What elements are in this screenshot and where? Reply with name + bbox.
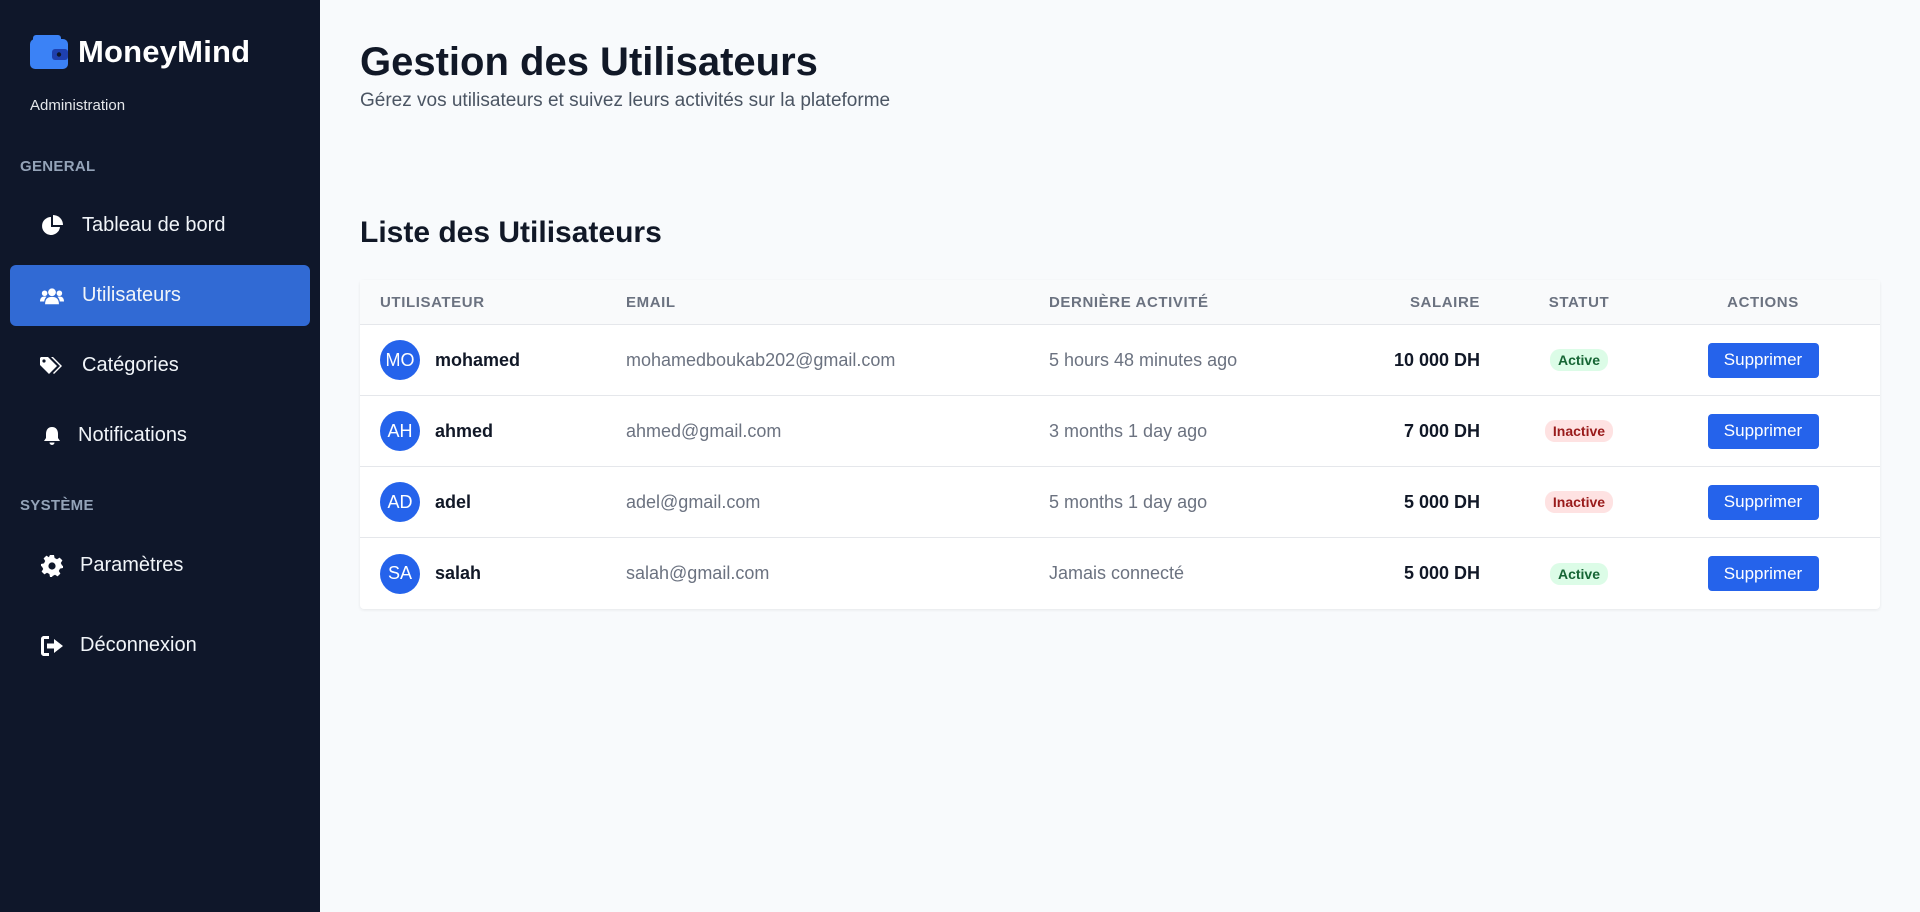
sidebar-item-label: Catégories xyxy=(82,354,179,376)
user-salary: 5 000 DH xyxy=(1403,491,1480,512)
status-badge: Active xyxy=(1549,562,1609,585)
sidebar-item-users[interactable]: Utilisateurs xyxy=(10,265,310,326)
status-badge: Active xyxy=(1549,349,1609,371)
page-title: Gestion des Utilisateurs xyxy=(360,40,818,84)
avatar: AH xyxy=(380,411,420,451)
status-cell: Inactive xyxy=(1480,491,1678,513)
status-cell: Active xyxy=(1480,562,1678,585)
section-label-system: SYSTÈME xyxy=(20,497,94,514)
tags-icon xyxy=(40,354,64,378)
page-subtitle: Gérez vos utilisateurs et suivez leurs a… xyxy=(360,90,891,111)
status-badge: Inactive xyxy=(1544,491,1614,513)
user-cell: MO mohamed xyxy=(360,340,626,380)
wallet-icon xyxy=(30,35,68,69)
column-header-user: UTILISATEUR xyxy=(380,293,485,311)
delete-user-button[interactable]: Supprimer xyxy=(1707,484,1819,520)
section-label-general: GENERAL xyxy=(20,158,96,175)
users-table: UTILISATEUR EMAIL DERNIÈRE ACTIVITÉ SALA… xyxy=(360,280,1880,609)
brand[interactable]: MoneyMind xyxy=(30,34,250,70)
brand-name: MoneyMind xyxy=(78,34,251,69)
delete-user-button[interactable]: Supprimer xyxy=(1707,413,1819,449)
avatar: SA xyxy=(380,553,420,594)
user-cell: AD adel xyxy=(360,482,626,522)
table-row: AH ahmed ahmed@gmail.com 3 months 1 day … xyxy=(360,396,1880,467)
table-row: AD adel adel@gmail.com 5 months 1 day ag… xyxy=(360,467,1880,538)
column-header-actions: ACTIONS xyxy=(1727,293,1799,311)
users-list-title: Liste des Utilisateurs xyxy=(360,216,662,249)
actions-cell: Supprimer xyxy=(1678,342,1848,378)
user-cell: AH ahmed xyxy=(360,411,626,451)
status-cell: Inactive xyxy=(1480,420,1678,442)
sign-out-icon xyxy=(40,634,64,658)
delete-user-button[interactable]: Supprimer xyxy=(1707,556,1819,591)
user-salary: 5 000 DH xyxy=(1403,563,1480,583)
sidebar: MoneyMind Administration GENERAL Tableau… xyxy=(0,0,320,912)
column-header-last-activity: DERNIÈRE ACTIVITÉ xyxy=(1049,293,1209,311)
actions-cell: Supprimer xyxy=(1678,484,1848,520)
actions-cell: Supprimer xyxy=(1678,556,1848,591)
sidebar-item-label: Paramètres xyxy=(80,554,184,576)
avatar: AD xyxy=(380,482,420,522)
user-name: mohamed xyxy=(435,349,521,370)
table-row: SA salah salah@gmail.com Jamais connecté… xyxy=(360,538,1880,609)
main-content: Gestion des Utilisateurs Gérez vos utili… xyxy=(320,0,1920,912)
table-row: MO mohamed mohamedboukab202@gmail.com 5 … xyxy=(360,325,1880,396)
column-header-email: EMAIL xyxy=(626,293,676,311)
actions-cell: Supprimer xyxy=(1678,413,1848,449)
user-email: mohamedboukab202@gmail.com xyxy=(626,349,896,370)
column-header-status: STATUT xyxy=(1548,293,1610,311)
user-last-activity: 3 months 1 day ago xyxy=(1049,420,1208,441)
user-last-activity: 5 hours 48 minutes ago xyxy=(1049,349,1238,370)
sidebar-item-label: Déconnexion xyxy=(80,634,197,656)
sidebar-item-settings[interactable]: Paramètres xyxy=(10,535,310,596)
gear-icon xyxy=(40,554,64,578)
user-cell: SA salah xyxy=(360,553,626,594)
table-header: UTILISATEUR EMAIL DERNIÈRE ACTIVITÉ SALA… xyxy=(360,280,1880,325)
user-email: ahmed@gmail.com xyxy=(626,420,782,441)
brand-subtitle: Administration xyxy=(30,97,126,114)
user-last-activity: 5 months 1 day ago xyxy=(1049,491,1208,512)
user-name: adel xyxy=(435,491,472,512)
pie-chart-icon xyxy=(40,214,64,238)
user-salary: 7 000 DH xyxy=(1403,420,1480,441)
user-last-activity: Jamais connecté xyxy=(1049,563,1185,583)
user-salary: 10 000 DH xyxy=(1393,349,1480,370)
sidebar-item-categories[interactable]: Catégories xyxy=(10,335,310,396)
users-icon xyxy=(40,284,64,308)
column-header-salary: SALAIRE xyxy=(1409,293,1480,311)
user-name: salah xyxy=(435,563,482,583)
sidebar-item-label: Tableau de bord xyxy=(82,214,226,236)
status-badge: Inactive xyxy=(1544,420,1614,442)
sidebar-item-logout[interactable]: Déconnexion xyxy=(10,615,310,676)
sidebar-item-label: Utilisateurs xyxy=(82,284,181,306)
avatar: MO xyxy=(380,340,420,380)
delete-user-button[interactable]: Supprimer xyxy=(1707,342,1819,378)
bell-icon xyxy=(40,424,64,448)
status-cell: Active xyxy=(1480,349,1678,371)
sidebar-item-label: Notifications xyxy=(78,424,187,446)
sidebar-item-notifications[interactable]: Notifications xyxy=(10,405,310,466)
user-name: ahmed xyxy=(435,420,494,441)
sidebar-item-dashboard[interactable]: Tableau de bord xyxy=(10,195,310,256)
user-email: adel@gmail.com xyxy=(626,491,761,512)
user-email: salah@gmail.com xyxy=(626,563,770,583)
